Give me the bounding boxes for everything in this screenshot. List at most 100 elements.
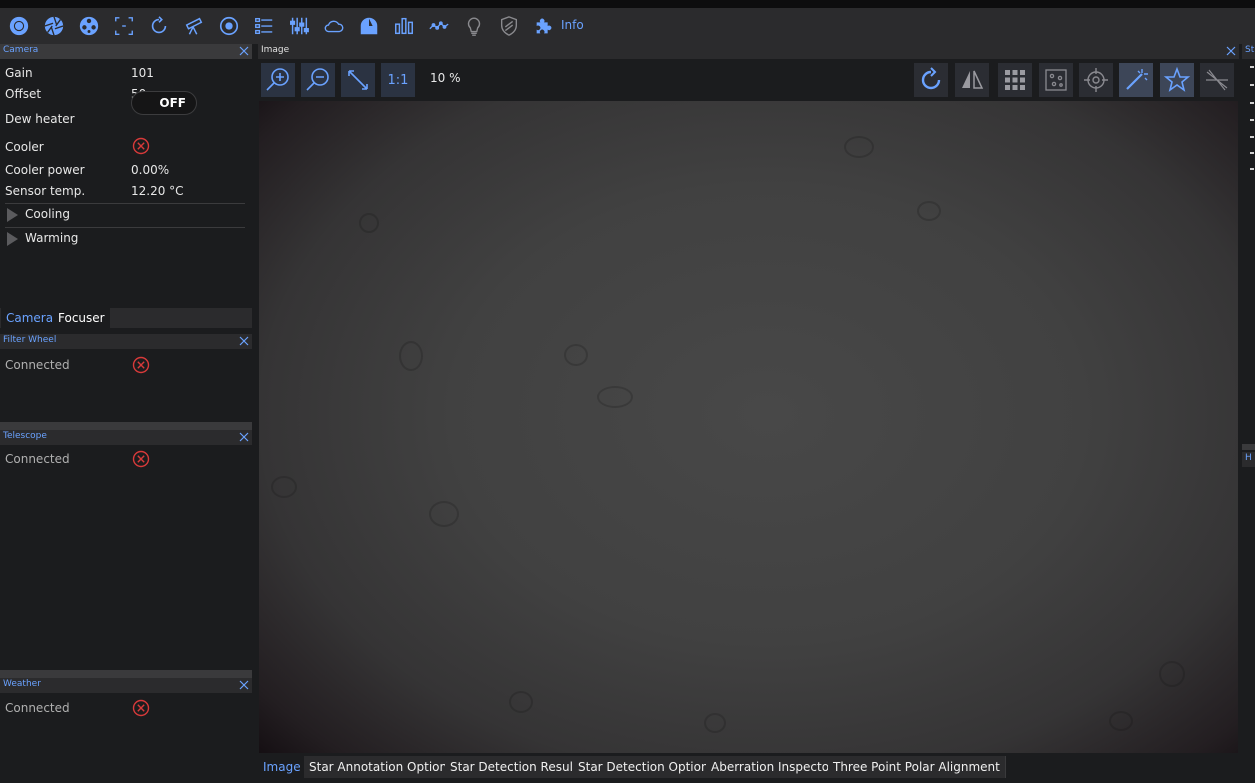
telescope-icon[interactable] <box>182 14 206 38</box>
filter-wheel-icon[interactable] <box>77 14 101 38</box>
grid-button[interactable] <box>998 63 1032 97</box>
panel-divider[interactable] <box>0 422 252 430</box>
gain-value: 101 <box>131 66 154 80</box>
close-icon[interactable] <box>238 679 250 691</box>
right-panel-text-fragment <box>1250 66 1254 68</box>
tab-focuser[interactable]: Focuser <box>53 308 110 328</box>
right-panel-text-fragment <box>1250 84 1254 86</box>
tab-star-detection-results[interactable]: Star Detection Results <box>445 756 590 778</box>
zoom-in-button[interactable] <box>261 63 295 97</box>
dust-mote <box>1159 661 1185 687</box>
histogram-bars-icon[interactable] <box>392 14 416 38</box>
rotate-refresh-icon <box>921 67 941 90</box>
dome-icon[interactable] <box>357 14 381 38</box>
panel-divider[interactable] <box>0 670 252 678</box>
image-canvas[interactable] <box>259 101 1238 753</box>
zoom-in-icon <box>266 68 289 91</box>
right-panel-title: St <box>1245 45 1255 55</box>
tab-three-point-polar-alignment[interactable]: Three Point Polar Alignment <box>828 756 1006 778</box>
dust-mote <box>429 501 459 527</box>
crosshair-icon <box>1084 68 1108 92</box>
sensor-temp-label: Sensor temp. <box>5 184 86 198</box>
right-side-panel: St H <box>1242 44 1255 783</box>
focuser-icon[interactable] <box>112 14 136 38</box>
fit-to-screen-button[interactable] <box>341 63 375 97</box>
right-panel-header: H <box>1242 452 1255 467</box>
tab-image[interactable]: Image <box>258 756 307 778</box>
dew-heater-state: OFF <box>159 96 186 110</box>
tab-star-detection-options[interactable]: Star Detection Options <box>573 756 721 778</box>
fit-screen-icon <box>348 70 368 90</box>
weather-connected-label: Connected <box>5 701 70 715</box>
dust-mote <box>597 386 633 408</box>
sliders-icon[interactable] <box>287 14 311 38</box>
cooler-label: Cooler <box>5 140 44 154</box>
dust-mote <box>399 341 423 371</box>
dust-mote <box>917 201 941 221</box>
magic-wand-button[interactable] <box>1119 63 1153 97</box>
right-panel-text-fragment <box>1250 136 1254 138</box>
dust-mote <box>359 213 379 233</box>
close-icon[interactable] <box>238 335 250 347</box>
plugin-puzzle-icon[interactable] <box>532 14 556 38</box>
bahtinov-lines-icon <box>1206 69 1228 91</box>
close-icon[interactable] <box>238 431 250 443</box>
right-panel-text-fragment <box>1250 102 1254 104</box>
gain-label: Gain <box>5 66 33 80</box>
guider-icon[interactable] <box>217 14 241 38</box>
image-panel: Image 1:1 10 % Image Star Annotation Opt… <box>258 44 1239 778</box>
camera-panel-header: Camera <box>0 44 252 59</box>
camera-panel-title: Camera <box>3 45 39 55</box>
camera-aperture-icon[interactable] <box>42 14 66 38</box>
switch-list-icon[interactable] <box>252 14 276 38</box>
tab-camera[interactable]: Camera <box>1 308 59 328</box>
rotator-icon[interactable] <box>147 14 171 38</box>
warming-label: Warming <box>25 231 79 245</box>
star-icon <box>1163 66 1191 92</box>
flip-icon <box>962 70 984 89</box>
star-field-icon <box>1045 69 1067 91</box>
main-toolbar: Info <box>0 8 1255 44</box>
filter-wheel-panel-header: Filter Wheel <box>0 334 252 349</box>
weather-panel-header: Weather <box>0 678 252 693</box>
cooling-label: Cooling <box>25 207 70 221</box>
cooler-power-value: 0.00% <box>131 163 170 177</box>
disconnected-icon <box>132 699 150 717</box>
bahtinov-button[interactable] <box>1200 63 1234 97</box>
cooling-expander[interactable]: Cooling <box>5 203 245 225</box>
expand-arrow-icon <box>7 232 18 246</box>
auto-stretch-button[interactable] <box>914 63 948 97</box>
info-tab-label[interactable]: Info <box>561 18 584 32</box>
one-to-one-label: 1:1 <box>387 72 409 88</box>
image-tabs: Image Star Annotation Options Star Detec… <box>258 754 1239 778</box>
image-toolbar: 1:1 10 % <box>258 59 1239 101</box>
filter-wheel-connected-label: Connected <box>5 358 70 372</box>
sensor-temp-value: 12.20 °C <box>131 184 184 198</box>
star-field-button[interactable] <box>1039 63 1073 97</box>
flip-button[interactable] <box>955 63 989 97</box>
disconnected-icon <box>132 137 150 155</box>
dust-mote <box>704 713 726 733</box>
right-panel-title: H <box>1245 453 1252 463</box>
dew-heater-toggle[interactable]: OFF <box>131 91 197 115</box>
weather-cloud-icon[interactable] <box>322 14 346 38</box>
safety-shield-icon[interactable] <box>497 14 521 38</box>
crosshair-button[interactable] <box>1079 63 1113 97</box>
one-to-one-button[interactable]: 1:1 <box>381 63 415 97</box>
warming-expander[interactable]: Warming <box>5 227 245 249</box>
tab-aberration-inspector[interactable]: Aberration Inspector <box>706 756 840 778</box>
dust-mote <box>271 476 297 498</box>
zoom-out-button[interactable] <box>301 63 335 97</box>
tab-star-annotation-options[interactable]: Star Annotation Options <box>304 756 460 778</box>
weather-panel: Weather Connected <box>0 678 252 783</box>
telescope-connected-label: Connected <box>5 452 70 466</box>
close-icon[interactable] <box>1225 45 1237 57</box>
image-panel-header: Image <box>258 44 1239 59</box>
hfr-graph-icon[interactable] <box>427 14 451 38</box>
close-icon[interactable] <box>238 45 250 57</box>
star-detection-button[interactable] <box>1160 63 1194 97</box>
equipment-icon[interactable] <box>7 14 31 38</box>
flat-panel-bulb-icon[interactable] <box>462 14 486 38</box>
panel-divider[interactable] <box>1242 444 1255 450</box>
dust-mote <box>509 691 533 713</box>
